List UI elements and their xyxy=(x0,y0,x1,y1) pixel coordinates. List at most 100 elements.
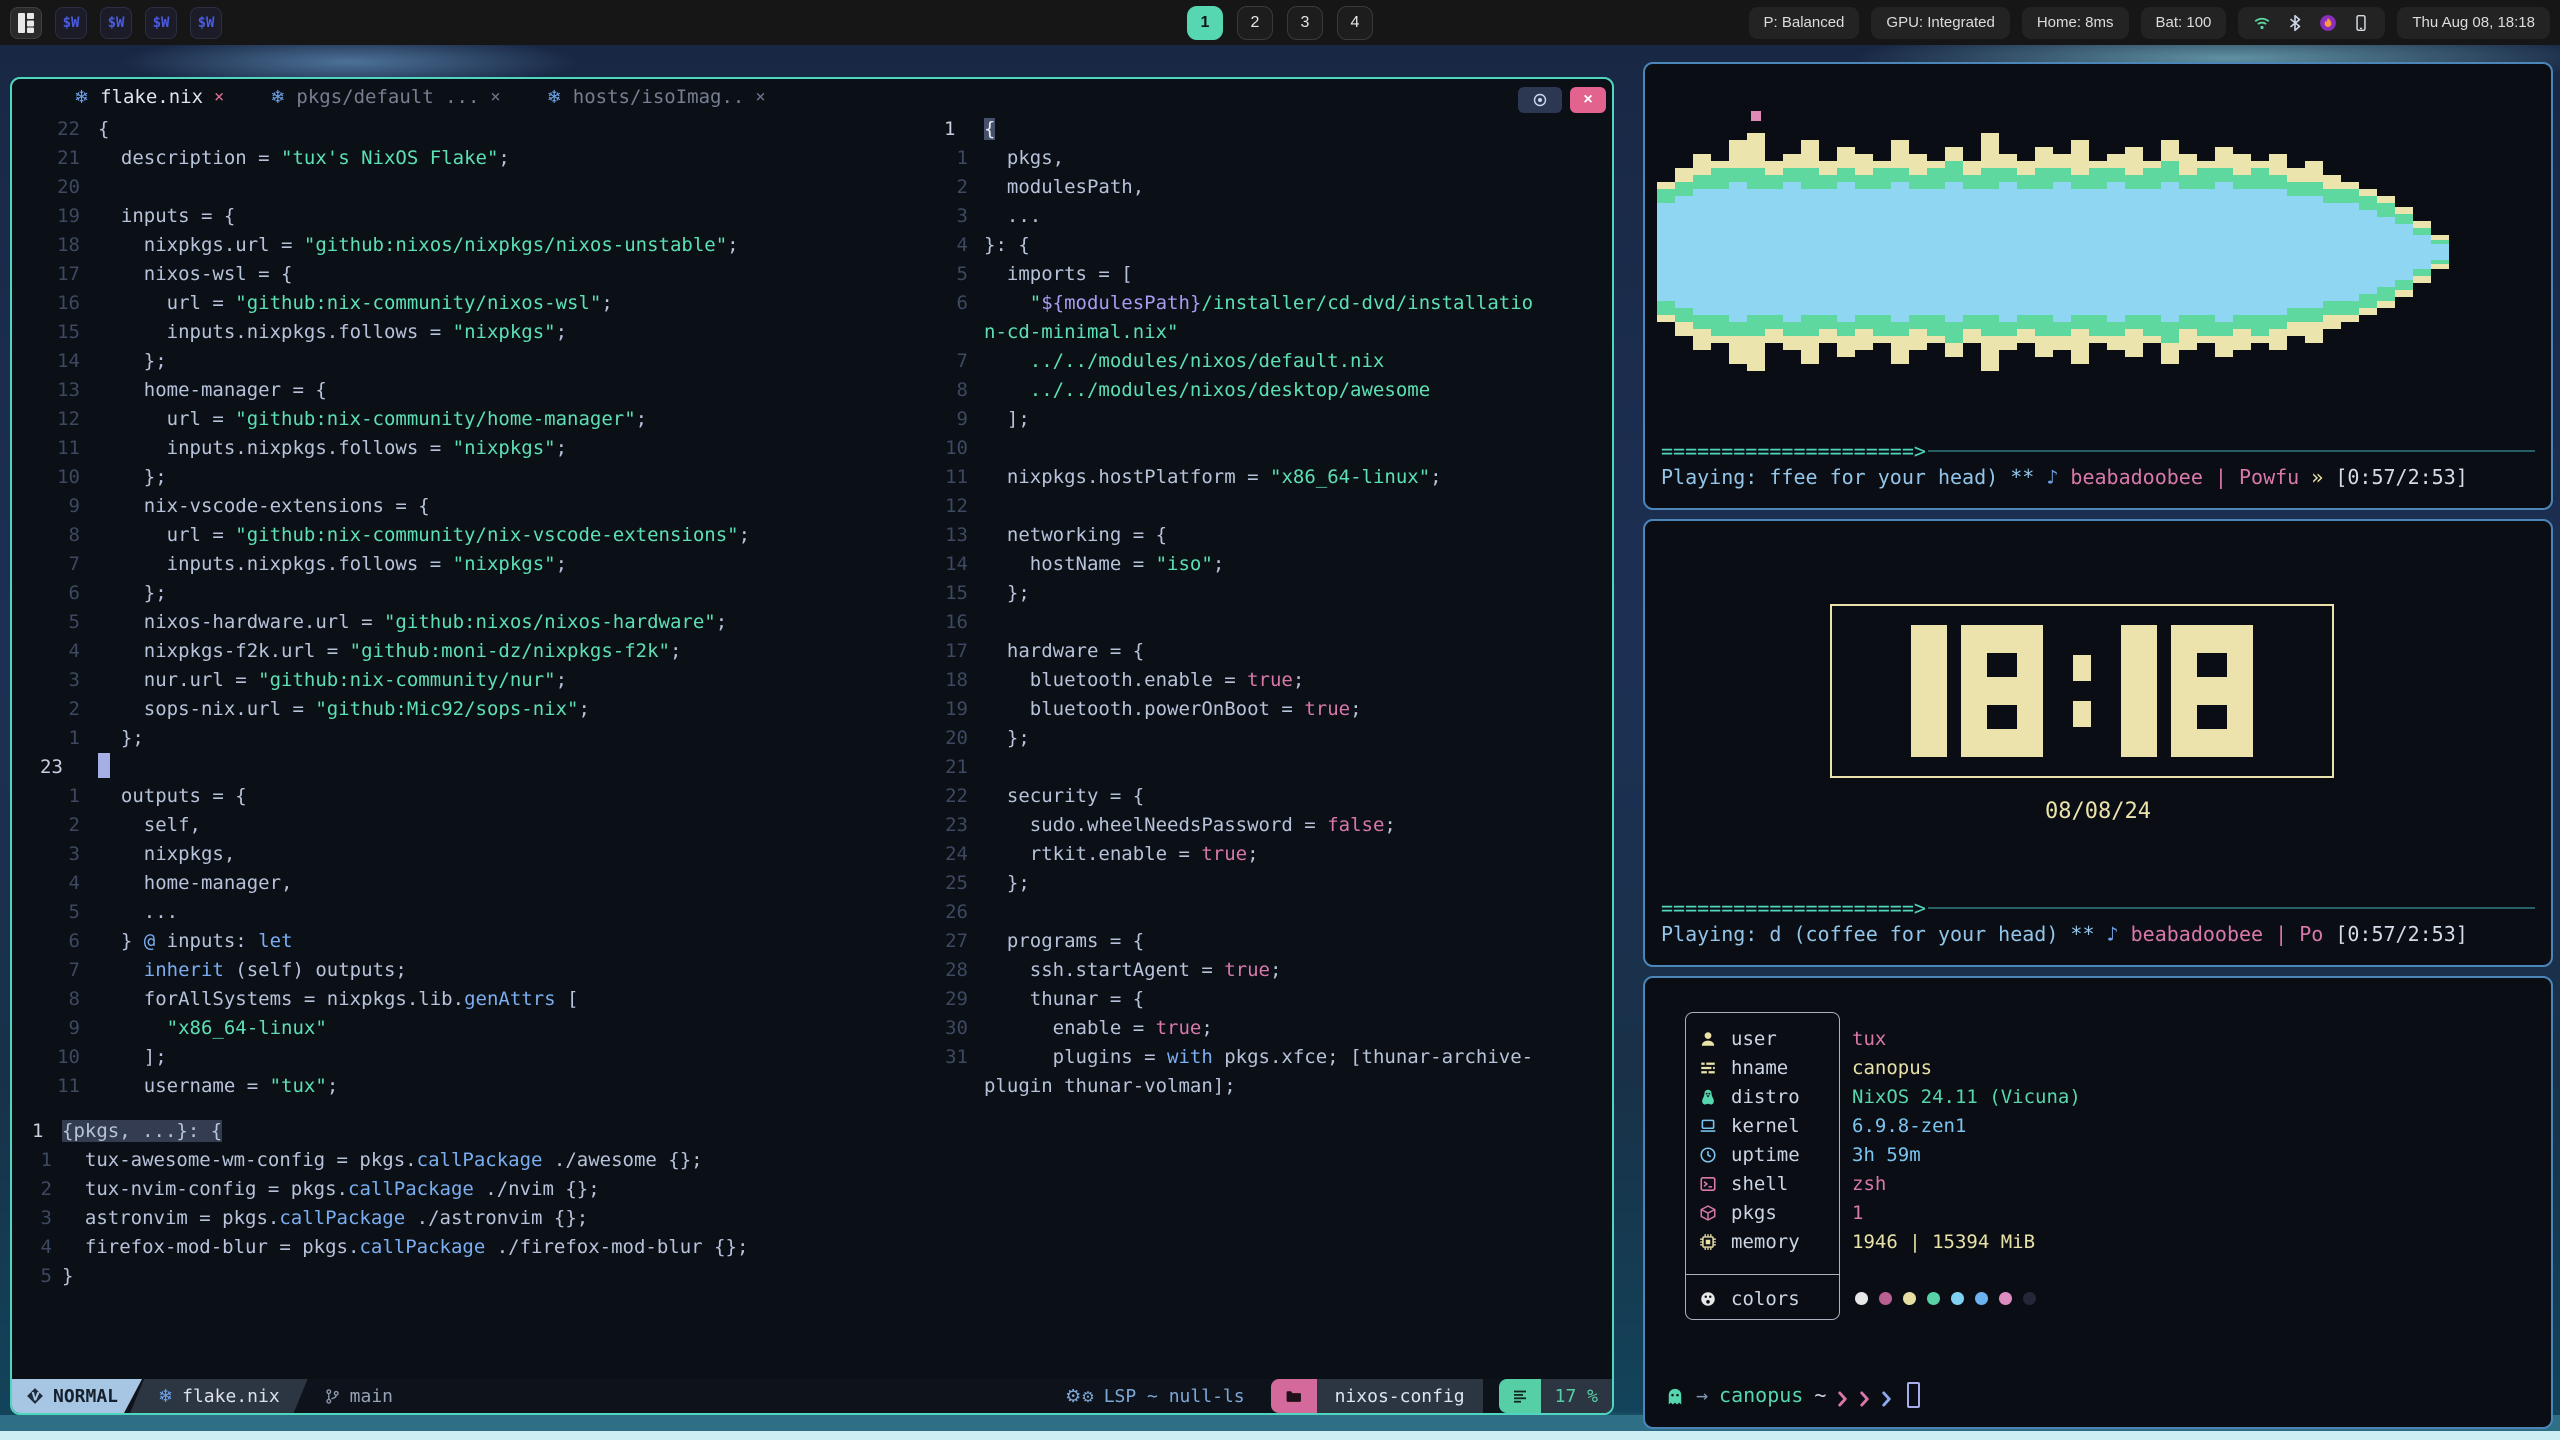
code-text: ]; xyxy=(984,405,1536,434)
layout-icon[interactable] xyxy=(10,7,42,39)
line-number: 4 xyxy=(28,1233,62,1262)
git-branch-icon xyxy=(324,1388,341,1405)
code-text: "x86_64-linux" xyxy=(98,1014,327,1043)
shell-icon xyxy=(1699,1175,1717,1193)
code-text xyxy=(984,434,1536,463)
eye-button[interactable] xyxy=(1518,87,1562,113)
code-line: 6 }; xyxy=(28,579,932,608)
close-tab-icon[interactable]: × xyxy=(490,87,500,107)
fetch-label: memory xyxy=(1731,1227,1800,1257)
viz-column xyxy=(1729,74,1747,430)
tab-pkgs-default-[interactable]: ❄pkgs/default ...× xyxy=(270,86,500,108)
code-text: ]; xyxy=(98,1043,167,1072)
code-text: ssh.startAgent = true; xyxy=(984,956,1536,985)
tab-label: pkgs/default ... xyxy=(296,86,479,108)
palette-dot xyxy=(1927,1292,1940,1305)
wifi-icon[interactable] xyxy=(2253,14,2271,32)
music-note-icon: ♪ xyxy=(2046,465,2070,489)
palette-dot xyxy=(1879,1292,1892,1305)
code-line: 9 nix-vscode-extensions = { xyxy=(28,492,932,521)
code-text: url = "github:nix-community/home-manager… xyxy=(98,405,647,434)
scroll-percent: 17 % xyxy=(1555,1386,1598,1407)
code-pane-flake[interactable]: 22{21 description = "tux's NixOS Flake";… xyxy=(28,115,932,1101)
playing-prefix: Playing: xyxy=(1661,922,1769,946)
lines-icon xyxy=(1512,1388,1528,1404)
widget-tile[interactable]: $W xyxy=(190,7,222,39)
line-number: 11 xyxy=(932,463,984,492)
fetch-window: userhnamedistrokerneluptimeshellpkgsmemo… xyxy=(1643,976,2553,1429)
code-line: 8 url = "github:nix-community/nix-vscode… xyxy=(28,521,932,550)
vim-icon xyxy=(26,1387,44,1405)
line-number: 30 xyxy=(932,1014,984,1043)
code-text: nixpkgs.url = "github:nixos/nixpkgs/nixo… xyxy=(98,231,739,260)
tag-1[interactable]: 1 xyxy=(1187,6,1223,40)
widget-tile[interactable]: $W xyxy=(100,7,132,39)
fetch-label: hname xyxy=(1731,1053,1788,1083)
fetch-label: uptime xyxy=(1731,1140,1800,1170)
code-text: bluetooth.powerOnBoot = true; xyxy=(984,695,1536,724)
project-label: nixos-config xyxy=(1335,1386,1465,1407)
chevron-glyph: » xyxy=(2311,465,2323,489)
close-window-button[interactable]: × xyxy=(1570,87,1606,113)
folder-icon xyxy=(1285,1388,1302,1405)
code-text: nixos-hardware.url = "github:nixos/nixos… xyxy=(98,608,727,637)
terminal-palette xyxy=(1855,1292,2036,1305)
code-text: nixpkgs-f2k.url = "github:moni-dz/nixpkg… xyxy=(98,637,681,666)
fetch-value-user: tux xyxy=(1852,1024,2232,1053)
line-number: 23 xyxy=(932,811,984,840)
tag-2[interactable]: 2 xyxy=(1237,6,1273,40)
code-text: home-manager = { xyxy=(98,376,327,405)
code-line: 14 hostName = "iso"; xyxy=(932,550,1546,579)
code-line: 3 nixpkgs, xyxy=(28,840,932,869)
line-number: 11 xyxy=(28,1072,98,1101)
close-tab-icon[interactable]: × xyxy=(755,87,765,107)
tag-3[interactable]: 3 xyxy=(1287,6,1323,40)
line-number: 18 xyxy=(28,231,98,260)
viz-column xyxy=(1891,74,1909,430)
fetch-labels: userhnamedistrokerneluptimeshellpkgsmemo… xyxy=(1685,1024,1840,1256)
window-buttons: × xyxy=(1518,87,1606,113)
code-line: 9 ]; xyxy=(932,405,1546,434)
statusline-left: NORMAL ❄ flake.nix main xyxy=(12,1379,393,1413)
code-text: inputs.nixpkgs.follows = "nixpkgs"; xyxy=(98,550,567,579)
branch-label: main xyxy=(350,1386,393,1407)
code-text: tux-awesome-wm-config = pkgs.callPackage… xyxy=(62,1146,703,1175)
song-time: [0:57/2:53] xyxy=(2323,465,2468,489)
code-pane-default[interactable]: 1{pkgs, ...}: {1 tux-awesome-wm-config =… xyxy=(28,1117,928,1291)
nix-icon: ❄ xyxy=(158,1386,173,1407)
line-number: 2 xyxy=(28,811,98,840)
code-line: 5 ... xyxy=(28,898,932,927)
line-number: 6 xyxy=(28,579,98,608)
viz-column xyxy=(2431,74,2449,430)
tab-flake-nix[interactable]: ❄flake.nix× xyxy=(74,86,224,108)
fetch-row-distro: distro xyxy=(1685,1082,1840,1111)
fire-icon[interactable] xyxy=(2319,14,2337,32)
viz-column xyxy=(1711,74,1729,430)
fetch-row-pkgs: pkgs xyxy=(1685,1198,1840,1227)
shell-prompt[interactable]: → canopus ~ xyxy=(1665,1380,1920,1410)
line-number: 8 xyxy=(28,521,98,550)
line-number: 5 xyxy=(28,1262,62,1291)
code-line: 18 nixpkgs.url = "github:nixos/nixpkgs/n… xyxy=(28,231,932,260)
tag-4[interactable]: 4 xyxy=(1337,6,1373,40)
code-line: 10 xyxy=(932,434,1546,463)
tab-hosts-isoImag-[interactable]: ❄hosts/isoImag..× xyxy=(547,86,766,108)
code-pane-isoimage[interactable]: 1{1 pkgs,2 modulesPath,3 ...4}: {5 impor… xyxy=(932,115,1546,1101)
fetch-value-pkgs: 1 xyxy=(1852,1198,2232,1227)
viz-column xyxy=(2197,74,2215,430)
code-text: sops-nix.url = "github:Mic92/sops-nix"; xyxy=(98,695,590,724)
close-tab-icon[interactable]: × xyxy=(214,87,224,107)
code-line: 21 xyxy=(932,753,1546,782)
code-line: 8 forAllSystems = nixpkgs.lib.genAttrs [ xyxy=(28,985,932,1014)
viz-column xyxy=(1783,74,1801,430)
bluetooth-icon[interactable] xyxy=(2286,14,2304,32)
code-line: 5} xyxy=(28,1262,928,1291)
statusline-right: ⚙⚙ LSP ~ null-ls nixos-config 17 % xyxy=(1065,1379,1612,1413)
code-line: 11 nixpkgs.hostPlatform = "x86_64-linux"… xyxy=(932,463,1546,492)
code-line: 4 firefox-mod-blur = pkgs.callPackage ./… xyxy=(28,1233,928,1262)
widget-tile[interactable]: $W xyxy=(55,7,87,39)
widget-tile[interactable]: $W xyxy=(145,7,177,39)
code-text: }: { xyxy=(984,231,1536,260)
viz-column xyxy=(2053,74,2071,430)
phone-icon[interactable] xyxy=(2352,14,2370,32)
